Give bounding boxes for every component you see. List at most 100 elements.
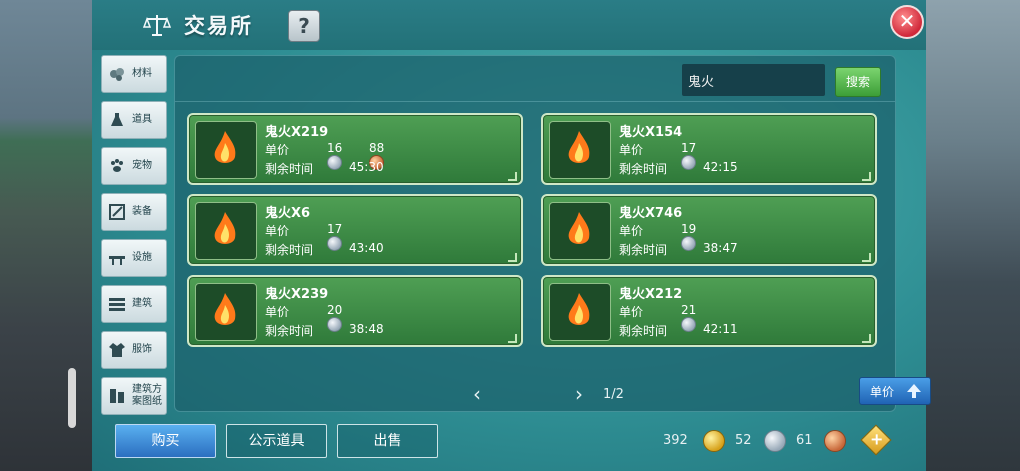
- listing-card[interactable]: 鬼火X239 单价 20 剩余时间 38:48: [187, 275, 523, 347]
- silver-amount: 16: [327, 141, 343, 155]
- price-row: 单价 17: [265, 222, 342, 251]
- sort-by-price-button[interactable]: 单价: [859, 377, 931, 405]
- equipment-icon: [109, 204, 125, 220]
- remaining-time-label: 剩余时间: [265, 162, 314, 176]
- price-silver: 16: [327, 141, 342, 170]
- category-label: 建筑: [132, 298, 152, 309]
- category-tab-clothing[interactable]: 服饰: [101, 331, 167, 369]
- help-button[interactable]: ?: [288, 10, 320, 42]
- category-label: 道具: [132, 114, 152, 125]
- card-corner: [508, 253, 517, 262]
- price-silver: 17: [327, 222, 342, 251]
- blueprint-icon: [110, 389, 124, 403]
- bronze-amount: 61: [796, 433, 813, 448]
- flame-icon: [214, 212, 236, 244]
- listing-card[interactable]: 鬼火X746 单价 19 剩余时间 38:47: [541, 194, 877, 266]
- page-title: 交易所: [184, 14, 253, 38]
- scales-icon: [142, 15, 172, 36]
- flame-icon: [568, 212, 590, 244]
- category-tab-items[interactable]: 道具: [101, 101, 167, 139]
- bronze-coin-icon: [824, 430, 846, 452]
- remaining-time-label: 剩余时间: [619, 162, 668, 176]
- bronze-amount: 88: [369, 141, 385, 155]
- silver-amount: 19: [681, 222, 697, 236]
- tab-buy[interactable]: 购买: [115, 424, 216, 458]
- time-row: 剩余时间 42:15: [619, 160, 738, 177]
- search-button[interactable]: 搜索: [835, 67, 881, 97]
- item-name: 鬼火X212: [619, 287, 683, 302]
- unit-price-label: 单价: [265, 224, 290, 238]
- page-indicator: 1/2: [603, 387, 624, 402]
- plus-icon: +: [870, 429, 884, 449]
- listing-card[interactable]: 鬼火X6 单价 17 剩余时间 43:40: [187, 194, 523, 266]
- potion-icon: [111, 113, 123, 126]
- item-name: 鬼火X219: [265, 125, 329, 140]
- category-tab-pets[interactable]: 宠物: [101, 147, 167, 185]
- search-input[interactable]: [682, 64, 825, 96]
- category-label: 材料: [132, 68, 152, 79]
- silver-coin-icon: [681, 236, 696, 251]
- category-tab-material[interactable]: 材料: [101, 55, 167, 93]
- unit-price-label: 单价: [265, 143, 290, 157]
- time-row: 剩余时间 45:30: [265, 160, 384, 177]
- item-name: 鬼火X6: [265, 206, 311, 221]
- category-tab-building[interactable]: 建筑: [101, 285, 167, 323]
- unit-price-label: 单价: [265, 305, 290, 319]
- category-label: 宠物: [132, 160, 152, 171]
- price-row: 单价 16 88: [265, 141, 384, 170]
- sort-label: 单价: [870, 385, 895, 399]
- search-bar: 搜索: [175, 56, 895, 102]
- clothing-icon: [109, 343, 125, 357]
- tab-public-items[interactable]: 公示道具: [226, 424, 327, 458]
- remaining-time-value: 45:30: [349, 160, 384, 174]
- silver-amount: 17: [681, 141, 697, 155]
- card-corner: [862, 253, 871, 262]
- prev-page-button[interactable]: ‹: [473, 382, 481, 406]
- flame-icon: [568, 131, 590, 163]
- background-scene-left: [0, 0, 100, 471]
- exchange-window: 交易所 ? ✕ 材料 道具 宠物 装备 设施 建筑 服饰 建筑方案图纸 搜索: [92, 0, 931, 471]
- category-label: 设施: [132, 252, 152, 263]
- silver-amount: 20: [327, 303, 343, 317]
- flame-icon: [568, 293, 590, 325]
- next-page-button[interactable]: ›: [575, 382, 583, 406]
- building-icon: [109, 298, 125, 311]
- unit-price-label: 单价: [619, 305, 644, 319]
- category-tab-equipment[interactable]: 装备: [101, 193, 167, 231]
- price-row: 单价 20: [265, 303, 342, 332]
- silver-coin-icon: [764, 430, 786, 452]
- price-silver: 17: [681, 141, 696, 170]
- silver-coin-icon: [327, 236, 342, 251]
- item-name: 鬼火X239: [265, 287, 329, 302]
- silver-coin-icon: [327, 155, 342, 170]
- sort-arrow-icon: [907, 384, 921, 398]
- silver-coin-icon: [681, 317, 696, 332]
- listing-card[interactable]: 鬼火X154 单价 17 剩余时间 42:15: [541, 113, 877, 185]
- scroll-indicator[interactable]: [68, 368, 76, 428]
- remaining-time-label: 剩余时间: [619, 324, 668, 338]
- listing-panel: 搜索 鬼火X219 单价 16 88 剩余时间 45:30 鬼火X154 单价: [174, 55, 931, 412]
- listing-card[interactable]: 鬼火X212 单价 21 剩余时间 42:11: [541, 275, 877, 347]
- material-icon: [110, 68, 124, 81]
- remaining-time-value: 43:40: [349, 241, 384, 255]
- card-corner: [508, 172, 517, 181]
- silver-coin-icon: [681, 155, 696, 170]
- price-silver: 20: [327, 303, 342, 332]
- category-tab-blueprint[interactable]: 建筑方案图纸: [101, 377, 167, 415]
- flame-icon: [214, 293, 236, 325]
- category-label: 服饰: [132, 344, 152, 355]
- price-row: 单价 21: [619, 303, 696, 332]
- background-scene-right: [920, 0, 1020, 471]
- tab-sell[interactable]: 出售: [337, 424, 438, 458]
- listing-card[interactable]: 鬼火X219 单价 16 88 剩余时间 45:30: [187, 113, 523, 185]
- card-corner: [862, 334, 871, 343]
- category-tab-facility[interactable]: 设施: [101, 239, 167, 277]
- unit-price-label: 单价: [619, 143, 644, 157]
- add-currency-button[interactable]: +: [860, 424, 892, 456]
- item-name: 鬼火X154: [619, 125, 683, 140]
- price-row: 单价 17: [619, 141, 696, 170]
- close-button[interactable]: ✕: [890, 5, 924, 39]
- unit-price-label: 单价: [619, 224, 644, 238]
- time-row: 剩余时间 42:11: [619, 322, 738, 339]
- category-label: 装备: [132, 206, 152, 217]
